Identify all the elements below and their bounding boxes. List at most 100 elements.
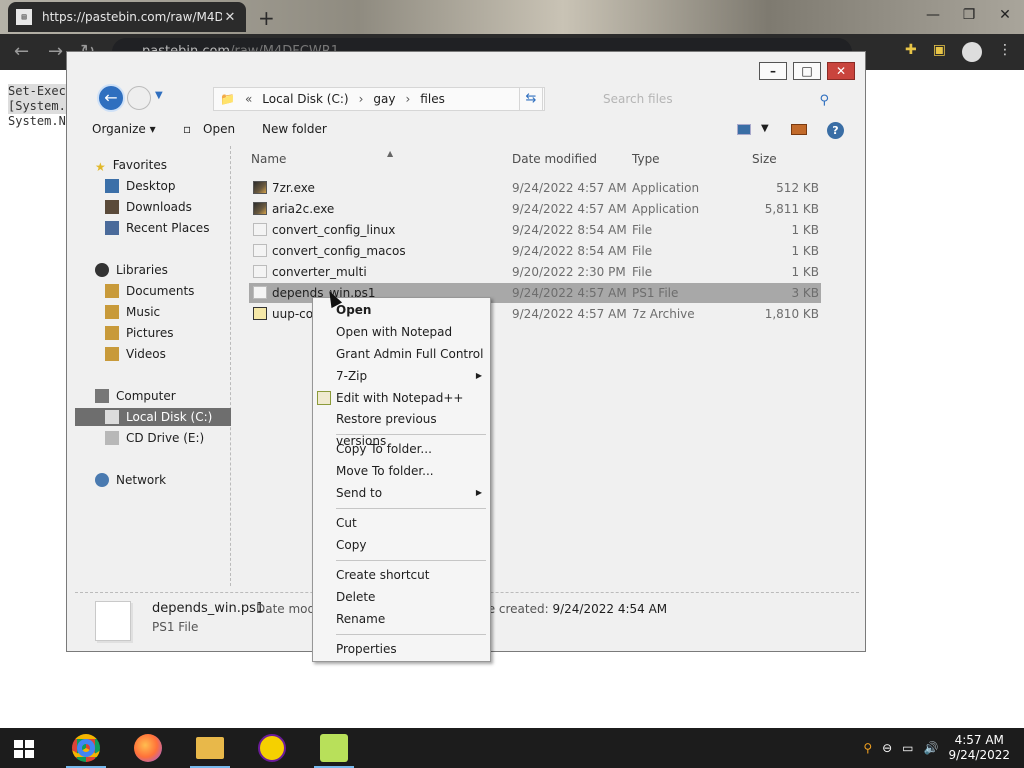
column-header-date[interactable]: Date modified [512, 152, 597, 166]
yahoo-messenger-taskbar-icon[interactable] [248, 732, 296, 768]
file-date: 9/24/2022 8:54 AM [512, 244, 627, 258]
nav-videos[interactable]: Videos [105, 345, 166, 363]
videos-icon [105, 347, 119, 361]
menu-item-7zip[interactable]: 7-Zip ▶ [313, 365, 490, 387]
nav-pictures[interactable]: Pictures [105, 324, 174, 342]
network-tray-icon[interactable]: ▭ [902, 741, 913, 755]
crumb-files[interactable]: files [420, 92, 445, 106]
column-header-type[interactable]: Type [632, 152, 660, 166]
open-button[interactable]: Open [203, 122, 235, 136]
refresh-button[interactable]: ⇆ [519, 87, 543, 111]
search-input[interactable]: Search files ⚲ [599, 87, 835, 111]
volume-icon[interactable]: 🔊 [924, 741, 939, 755]
recent-locations-icon[interactable]: ▼ [155, 90, 163, 101]
ps1-file-icon [253, 286, 267, 299]
browser-window-controls: — ❐ ✕ [924, 0, 1014, 30]
clock[interactable]: 4:57 AM 9/24/2022 [948, 733, 1010, 763]
browser-close-button[interactable]: ✕ [996, 0, 1014, 30]
nav-desktop[interactable]: Desktop [105, 177, 176, 195]
menu-item-move-to-folder[interactable]: Move To folder... [313, 460, 490, 482]
input-indicator-icon[interactable]: ⊖ [882, 741, 892, 755]
menu-item-copy[interactable]: Copy [313, 534, 490, 556]
explorer-maximize-button[interactable]: □ [793, 62, 821, 80]
change-view-icon[interactable] [737, 124, 751, 135]
documents-icon [105, 284, 119, 298]
browser-tab[interactable]: ▤ https://pastebin.com/raw/M4DFC ✕ [8, 2, 246, 32]
application-icon [253, 202, 267, 215]
file-row[interactable]: convert_config_linux 9/24/2022 8:54 AM F… [249, 220, 821, 240]
column-header-size[interactable]: Size [752, 152, 777, 166]
file-row[interactable]: converter_multi 9/20/2022 2:30 PM File 1… [249, 262, 821, 282]
menu-item-open-with-notepad[interactable]: Open with Notepad [313, 321, 490, 343]
menu-item-edit-notepad-plus[interactable]: Edit with Notepad++ [313, 387, 490, 409]
menu-separator [336, 508, 486, 509]
menu-item-rename[interactable]: Rename [313, 608, 490, 630]
menu-item-properties[interactable]: Properties [313, 638, 490, 660]
menu-item-restore-versions[interactable]: Restore previous versions [313, 408, 490, 448]
browser-minimize-button[interactable]: — [924, 0, 942, 30]
search-tray-icon[interactable]: ⚲ [863, 741, 872, 755]
new-tab-button[interactable]: + [258, 6, 275, 30]
chrome-taskbar-icon[interactable] [62, 732, 110, 768]
file-name: aria2c.exe [272, 202, 335, 216]
crumb-separator-icon[interactable]: › [405, 92, 410, 106]
page-line: [System. [8, 99, 66, 114]
file-name: 7zr.exe [272, 181, 315, 195]
menu-kebab-icon[interactable]: ⋮ [998, 42, 1012, 62]
crumb-local-disk[interactable]: Local Disk (C:) [262, 92, 348, 106]
help-icon[interactable]: ? [827, 122, 844, 139]
nav-label: Libraries [116, 263, 168, 277]
nav-downloads[interactable]: Downloads [105, 198, 192, 216]
explorer-close-button[interactable]: ✕ [827, 62, 855, 80]
file-name: convert_config_macos [272, 244, 406, 258]
open-file-icon: ▫ [183, 122, 192, 136]
menu-item-delete[interactable]: Delete [313, 586, 490, 608]
explorer-minimize-button[interactable]: – [759, 62, 787, 80]
view-dropdown-icon[interactable]: ▼ [761, 123, 769, 134]
file-row[interactable]: 7zr.exe 9/24/2022 4:57 AM Application 51… [249, 178, 821, 198]
preview-pane-icon[interactable] [791, 124, 807, 135]
nav-libraries[interactable]: Libraries [95, 261, 168, 279]
search-icon[interactable]: ⚲ [819, 89, 829, 113]
menu-item-cut[interactable]: Cut [313, 512, 490, 534]
profile-avatar-icon[interactable] [962, 42, 982, 62]
nav-network[interactable]: Network [95, 471, 166, 489]
explorer-forward-button[interactable] [127, 86, 151, 110]
file-size: 3 KB [791, 286, 819, 300]
nav-recent-places[interactable]: Recent Places [105, 219, 209, 237]
menu-item-create-shortcut[interactable]: Create shortcut [313, 564, 490, 586]
notepad-plus-taskbar-icon[interactable] [310, 732, 358, 768]
crumb-gay[interactable]: gay [373, 92, 395, 106]
close-tab-icon[interactable]: ✕ [222, 10, 238, 25]
explorer-back-button[interactable]: ← [97, 84, 125, 112]
file-size: 512 KB [776, 181, 819, 195]
file-row[interactable]: aria2c.exe 9/24/2022 4:57 AM Application… [249, 199, 821, 219]
nav-label: Pictures [126, 326, 174, 340]
crumb-separator-icon[interactable]: › [359, 92, 364, 106]
nav-computer[interactable]: Computer [95, 387, 176, 405]
new-folder-button[interactable]: New folder [262, 122, 327, 136]
menu-item-send-to[interactable]: Send to ▶ [313, 482, 490, 504]
organize-button[interactable]: Organize ▾ [92, 122, 156, 136]
column-header-name[interactable]: Name ▲ [251, 149, 393, 166]
submenu-arrow-icon: ▶ [475, 371, 482, 380]
overflow-chevron-icon[interactable]: « [245, 92, 252, 106]
firefox-taskbar-icon[interactable] [124, 732, 172, 768]
file-explorer-taskbar-icon[interactable] [186, 732, 234, 768]
menu-item-grant-admin[interactable]: Grant Admin Full Control [313, 343, 490, 365]
nav-cd-drive[interactable]: CD Drive (E:) [105, 429, 204, 447]
puzzle-extension-icon[interactable]: ✚ [905, 42, 917, 62]
file-row[interactable]: convert_config_macos 9/24/2022 8:54 AM F… [249, 241, 821, 261]
file-size: 1 KB [791, 265, 819, 279]
windows-start-icon[interactable] [14, 740, 34, 758]
nav-favorites[interactable]: ★ Favorites [95, 156, 167, 174]
menu-item-copy-to-folder[interactable]: Copy To folder... [313, 438, 490, 460]
nav-local-disk[interactable]: Local Disk (C:) [75, 408, 231, 426]
sidebar-icon[interactable]: ▣ [933, 42, 946, 62]
explorer-address-bar[interactable]: 📁 « Local Disk (C:) › gay › files ▼ [213, 87, 545, 111]
nav-documents[interactable]: Documents [105, 282, 194, 300]
browser-maximize-button[interactable]: ❐ [960, 0, 978, 30]
forward-arrow-icon[interactable]: → [48, 41, 63, 62]
nav-music[interactable]: Music [105, 303, 160, 321]
back-arrow-icon[interactable]: ← [14, 41, 29, 62]
